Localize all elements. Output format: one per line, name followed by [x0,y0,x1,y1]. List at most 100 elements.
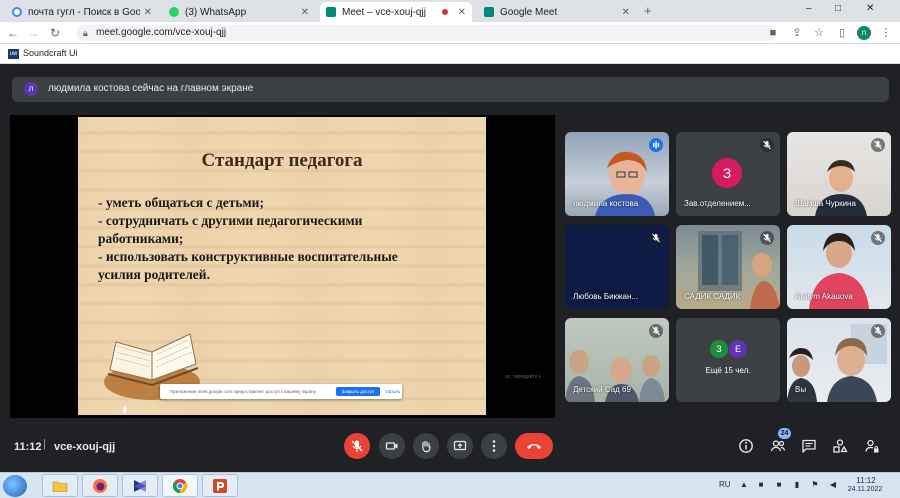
chat-button[interactable] [801,438,817,454]
taskbar-date[interactable]: 24.11.2022 [843,486,887,493]
leave-call-button[interactable] [515,433,553,459]
participant-tile[interactable]: людмила костова [565,132,669,216]
start-button[interactable] [3,475,27,497]
participant-name: Зав.отделением... [684,199,751,208]
tab-whatsapp[interactable]: (3) WhatsApp ✕ [163,2,315,22]
taskbar-app-firefox[interactable] [82,474,118,497]
lock-icon: 🔒︎ [83,28,88,38]
tab-title: (3) WhatsApp [185,6,247,18]
slide-bullet: - сотрудничать с другими педагогическими [98,213,363,228]
camera-icon [385,442,398,450]
bookmarks-bar: uw Soundcraft Ui [0,44,900,64]
google-icon [12,7,22,17]
avatar: З [712,158,742,188]
whatsapp-icon [169,7,179,17]
stop-sharing-button[interactable]: Закрыть доступ [336,387,380,396]
close-icon[interactable]: ✕ [301,7,309,18]
share-icon[interactable]: ⇪ [790,26,804,40]
meet-icon [484,7,494,17]
window-close-button[interactable]: ✕ [866,3,874,14]
taskbar-app-powerpoint[interactable] [202,474,238,497]
hide-link[interactable]: Скрыть [385,389,400,394]
flag-icon[interactable]: ⚑ [810,480,820,490]
more-participants-label: Ещё 15 чел. [705,366,751,375]
language-indicator[interactable]: RU [719,480,731,489]
meeting-clock: 11:12 [14,441,42,453]
close-icon[interactable]: ✕ [458,7,466,18]
people-icon [770,440,786,452]
taskbar-clock[interactable]: 11:12 [848,476,884,485]
tab-meet-active[interactable]: Meet – vce-xouj-qjj ✕ [320,2,472,22]
tab-title: Meet – vce-xouj-qjj [342,6,426,18]
folder-icon [52,481,68,492]
presenter-banner-text: людмила костова сейчас на главном экране [48,83,254,94]
people-button[interactable] [770,438,786,454]
tray-arrow-icon[interactable]: ▲ [739,480,749,490]
info-icon [739,439,753,453]
present-screen-button[interactable] [447,433,473,459]
activities-icon [833,439,848,453]
meet-icon [326,7,336,17]
powerpoint-icon [213,479,227,493]
recording-dot-icon [441,9,448,15]
participant-tile[interactable]: Любовь Бикжан... [565,225,669,309]
reload-icon[interactable]: ↻ [48,26,62,40]
maximize-button[interactable]: □ [835,3,841,14]
presentation-stage[interactable]: Стандарт педагога - уметь общаться с дет… [10,115,555,418]
more-participants-tile[interactable]: З Е Ещё 15 чел. [676,318,780,402]
new-tab-button[interactable]: + [644,3,652,18]
back-arrow-icon[interactable]: ← [6,26,20,40]
meeting-details-button[interactable] [738,438,754,454]
slide-bullet: - уметь общаться с детьми; [98,195,264,210]
mic-off-icon [649,231,663,245]
tab-title: почта гугл - Поиск в Google [28,6,140,18]
presenter-banner: л людмила костова сейчас на главном экра… [12,77,889,102]
participant-tile[interactable]: САДИК САДИК [676,225,780,309]
tray-app-icon[interactable]: ■ [756,480,766,490]
taskbar-app-explorer[interactable] [42,474,78,497]
shared-screen-text: ас, передайте к [505,374,542,380]
avatar: л [24,82,38,96]
volume-icon[interactable]: ◀ [828,480,838,490]
participant-tile[interactable]: Вы [787,318,891,402]
host-controls-button[interactable] [864,438,880,454]
menu-dots-icon[interactable]: ⋮ [879,26,893,40]
mic-toggle-button[interactable] [344,433,370,459]
more-options-button[interactable] [481,433,507,459]
camera-icon[interactable]: ■ [766,26,780,40]
sidepanel-icon[interactable]: ▯ [835,26,849,40]
hang-up-icon [527,444,541,449]
taskbar-app-chrome[interactable] [162,474,198,497]
participant-tile[interactable]: З Зав.отделением... [676,132,780,216]
minimize-button[interactable]: – [806,3,812,14]
avatar: Е [729,340,747,358]
lock-person-icon [865,439,879,453]
close-icon[interactable]: ✕ [622,7,630,18]
tab-google-meet[interactable]: Google Meet ✕ [478,2,636,22]
profile-avatar[interactable]: n [857,26,871,40]
star-icon[interactable]: ☆ [812,26,826,40]
avatar: З [710,340,728,358]
divider: | [43,438,46,450]
raise-hand-button[interactable] [413,433,439,459]
url-bar[interactable]: 🔒︎ meet.google.com/vce-xouj-qjj [76,25,776,41]
slide-bullet: усилия родителей. [98,267,210,282]
screen-share-message: Приложение meet.google.com предоставляет… [170,389,317,394]
bookmark-soundcraft[interactable]: Soundcraft Ui [23,48,78,58]
slide-title: Стандарт педагога [201,150,363,171]
taskbar-app-media[interactable] [122,474,158,497]
hand-icon [422,440,431,453]
chat-icon [802,439,816,453]
tab-google-search[interactable]: почта гугл - Поиск в Google ✕ [6,2,158,22]
activities-button[interactable] [832,438,848,454]
participant-tile[interactable]: Araiym Akauova [787,225,891,309]
url-text: meet.google.com/vce-xouj-qjj [96,27,227,38]
network-icon[interactable]: ▮ [792,480,802,490]
participant-tile[interactable]: Детский Сад 69 [565,318,669,402]
camera-toggle-button[interactable] [379,433,405,459]
close-icon[interactable]: ✕ [144,7,152,18]
address-toolbar: ← → ↻ 🔒︎ meet.google.com/vce-xouj-qjj ■ … [0,22,900,44]
tray-app-icon[interactable]: ■ [774,480,784,490]
forward-arrow-icon[interactable]: → [26,26,40,40]
participant-tile[interactable]: Шамша Чуркина [787,132,891,216]
